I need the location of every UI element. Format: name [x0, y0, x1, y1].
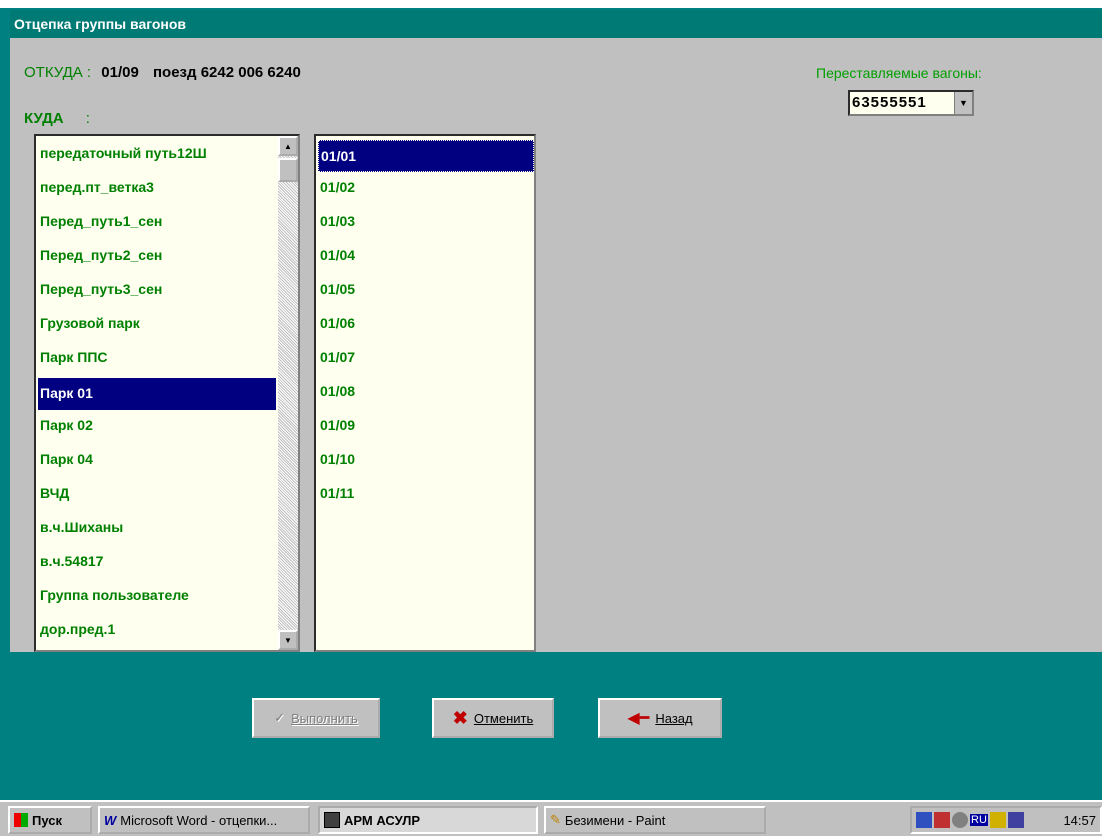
- app-icon: [324, 812, 340, 828]
- list-item[interactable]: дор.пред.1: [38, 616, 276, 650]
- from-track: 01/09: [101, 64, 139, 81]
- from-train: поезд 6242 006 6240: [152, 64, 301, 81]
- execute-label: Выполнить: [291, 710, 358, 726]
- tray-app-icon[interactable]: [916, 812, 932, 828]
- wagons-combobox[interactable]: 63555551 ▼: [848, 90, 974, 116]
- app-window: Отцепка группы вагонов ОТКУДА : 01/09 по…: [0, 0, 1102, 800]
- track-items: 01/01 01/02 01/03 01/04 01/05 01/06 01/07 01/08…: [318, 140, 534, 514]
- list-item[interactable]: Парк 01: [38, 378, 276, 410]
- to-row: КУДА :: [24, 108, 90, 130]
- list-item[interactable]: 01/04: [318, 242, 534, 276]
- list-item[interactable]: 01/09: [318, 412, 534, 446]
- list-item[interactable]: в.ч.Шиханы: [38, 514, 276, 548]
- list-item[interactable]: Парк 04: [38, 446, 276, 480]
- cancel-button[interactable]: ✖ Отменить: [432, 698, 554, 738]
- list-item[interactable]: 01/10: [318, 446, 534, 480]
- tray-mail-icon[interactable]: [934, 812, 950, 828]
- word-icon: W: [104, 812, 117, 828]
- list-item[interactable]: Парк 02: [38, 412, 276, 446]
- cancel-label: Отменить: [473, 710, 534, 726]
- paint-icon: ✎: [550, 812, 561, 827]
- tray-tool-icon[interactable]: [989, 812, 1006, 828]
- list-item[interactable]: 01/06: [318, 310, 534, 344]
- checkmark-icon: ✓: [274, 710, 286, 725]
- execute-button[interactable]: ✓ Выполнить: [252, 698, 380, 738]
- list-item[interactable]: 01/07: [318, 344, 534, 378]
- taskbar-item-word[interactable]: W Microsoft Word - отцепки...: [98, 806, 310, 834]
- list-item[interactable]: 01/11: [318, 480, 534, 514]
- back-label: Назад: [655, 710, 693, 726]
- scroll-down-icon[interactable]: ▼: [278, 630, 298, 650]
- list-item[interactable]: 01/02: [318, 174, 534, 208]
- top-border: [0, 0, 1102, 8]
- list-item[interactable]: Группа пользователе: [38, 582, 276, 616]
- list-item[interactable]: Перед_путь2_сен: [38, 242, 276, 276]
- destination-items: передаточный путь12Ш перед.пт_ветка3 Перед…: [38, 140, 276, 650]
- taskbar-item-arm[interactable]: АРМ АСУЛР: [318, 806, 538, 834]
- list-item[interactable]: передаточный путь12Ш: [38, 140, 276, 174]
- list-item[interactable]: 01/03: [318, 208, 534, 242]
- to-separator: :: [85, 110, 90, 127]
- destination-list[interactable]: передаточный путь12Ш перед.пт_ветка3 Перед…: [34, 134, 300, 652]
- start-button[interactable]: Пуск: [8, 806, 92, 834]
- wagons-value: 63555551: [852, 94, 927, 111]
- track-list[interactable]: 01/01 01/02 01/03 01/04 01/05 01/06 01/07 01/08…: [314, 134, 536, 652]
- start-label: Пуск: [32, 812, 62, 828]
- list-item[interactable]: 01/08: [318, 378, 534, 412]
- tray-monitor-icon[interactable]: [1007, 812, 1024, 828]
- system-tray: RU 14:57: [910, 806, 1102, 834]
- list-item[interactable]: Перед_путь3_сен: [38, 276, 276, 310]
- tray-speaker-icon[interactable]: [952, 812, 968, 828]
- list-item[interactable]: перед.пт_ветка3: [38, 174, 276, 208]
- taskbar-item-label: Безимени - Paint: [564, 812, 666, 828]
- list-item[interactable]: 01/05: [318, 276, 534, 310]
- list-item[interactable]: Грузовой парк: [38, 310, 276, 344]
- list-item[interactable]: Перед_путь1_сен: [38, 208, 276, 242]
- taskbar: Пуск W Microsoft Word - отцепки... АРМ А…: [0, 800, 1102, 836]
- clock: 14:57: [1063, 812, 1096, 828]
- list-item[interactable]: в.ч.54817: [38, 548, 276, 582]
- list-item[interactable]: 01/01: [318, 140, 534, 172]
- from-label: ОТКУДА :: [24, 64, 92, 81]
- taskbar-item-paint[interactable]: ✎ Безимени - Paint: [544, 806, 766, 834]
- list-item[interactable]: Парк ППС: [38, 344, 276, 378]
- list-item[interactable]: ВЧД: [38, 480, 276, 514]
- taskbar-item-label: АРМ АСУЛР: [344, 812, 420, 828]
- dropdown-arrow-icon[interactable]: ▼: [954, 92, 972, 114]
- to-label: КУДА: [24, 110, 64, 127]
- taskbar-item-label: Microsoft Word - отцепки...: [120, 812, 278, 828]
- destination-scrollbar[interactable]: ▲ ▼: [278, 136, 298, 650]
- scroll-thumb[interactable]: [278, 158, 298, 182]
- windows-logo-icon: [14, 813, 28, 827]
- dialog-client-area: ОТКУДА : 01/09 поезд 6242 006 6240 КУДА …: [10, 38, 1102, 652]
- arrow-left-icon: ◀━: [627, 710, 650, 727]
- cross-icon: ✖: [452, 707, 468, 728]
- from-row: ОТКУДА : 01/09 поезд 6242 006 6240: [24, 62, 301, 84]
- back-button[interactable]: ◀━ Назад: [598, 698, 722, 738]
- scroll-up-icon[interactable]: ▲: [278, 136, 298, 156]
- tray-language-icon[interactable]: RU: [970, 814, 988, 826]
- window-title: Отцепка группы вагонов: [10, 10, 1102, 38]
- wagons-label: Переставляемые вагоны:: [816, 65, 982, 81]
